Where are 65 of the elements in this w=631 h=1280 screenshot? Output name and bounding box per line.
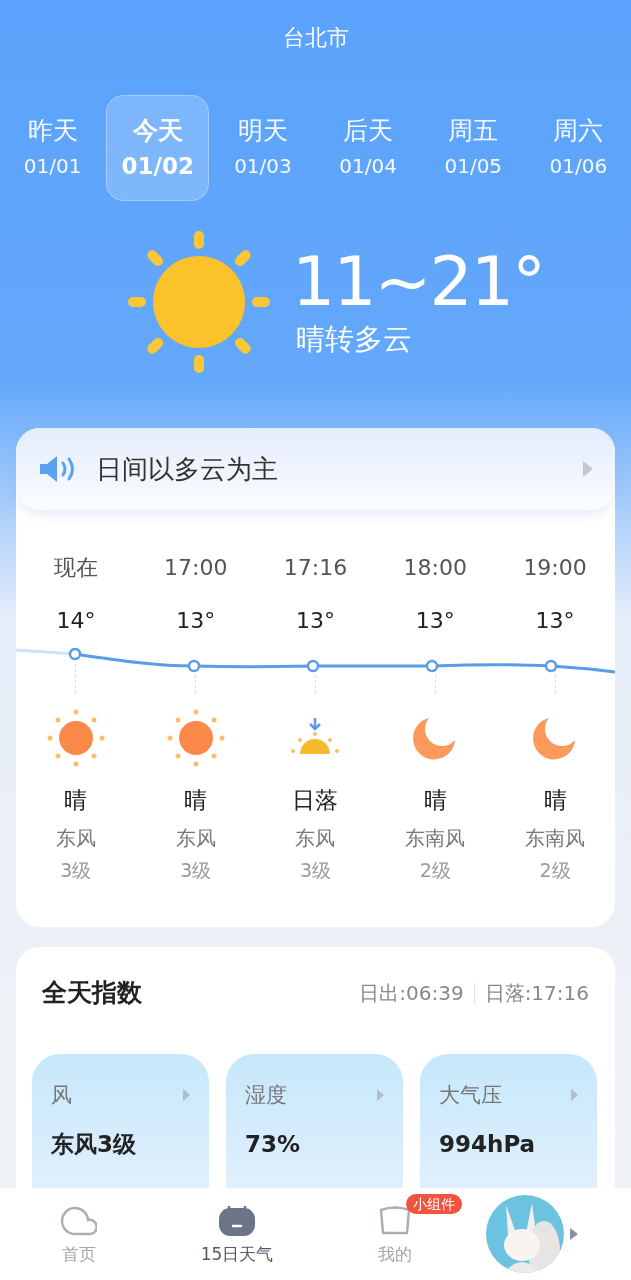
wind-level: 3级 [180,858,212,883]
wind-direction: 东南风 [525,825,586,852]
calendar-icon [219,1204,255,1236]
wind-direction: 东风 [175,825,216,852]
index-name: 大气压 [439,1082,502,1109]
summary-bar[interactable]: 日间以多云为主 [16,428,615,510]
cup-icon [378,1204,412,1236]
weather-condition: 晴转多云 [296,321,413,358]
day-tab[interactable]: 周五 01/05 [420,95,526,201]
hour-temperature: 13° [415,607,455,635]
hour-condition: 晴 [64,786,88,815]
moon-icon [533,716,578,760]
hour-time: 19:00 [523,554,587,582]
wind-direction: 东风 [295,825,336,852]
badge: 小组件 [406,1194,462,1214]
hour-condition: 日落 [292,786,339,815]
wind-level: 3级 [60,858,92,883]
index-tile[interactable]: 大气压 994hPa [420,1054,597,1188]
index-tile[interactable]: 湿度 73% [226,1054,403,1188]
caret-icon [583,461,593,477]
hour-time: 现在 [53,554,98,582]
hour-temperature: 13° [296,607,335,635]
section-title: 全天指数 [42,977,142,1010]
hour-temperature: 14° [56,607,96,635]
moon-icon [413,716,458,760]
hour-temperature: 13° [176,607,216,635]
index-name: 风 [51,1082,72,1109]
caret-icon [377,1089,384,1101]
wind-level: 3级 [299,858,332,883]
nav-tab[interactable]: 首页 [0,1194,158,1274]
index-value: 994hPa [439,1130,537,1159]
hour-time: 17:00 [164,554,228,582]
temperature-range: 11~21° [292,245,545,319]
hour-condition: 晴 [423,786,447,815]
index-value: 东风3级 [51,1130,137,1159]
nav-tab[interactable]: 15日天气 [158,1194,316,1274]
day-tab[interactable]: 今天 01/02 [106,95,210,201]
sun-icon [166,709,225,767]
caret-icon [183,1089,190,1101]
day-tab[interactable]: 后天 01/04 [315,95,421,201]
wind-level: 2级 [419,858,451,883]
sunset-time: 日落:17:16 [484,980,589,1007]
index-tile[interactable]: 风 东风3级 [32,1054,209,1188]
nav-tab[interactable]: 小组件 我的 [316,1194,474,1274]
sun-icon [46,709,105,767]
hour-condition: 晴 [184,786,208,815]
cloud-icon [61,1206,97,1236]
index-name: 湿度 [245,1082,287,1109]
hour-time: 18:00 [403,554,467,582]
summary-text: 日间以多云为主 [96,452,278,486]
day-tab[interactable]: 周六 01/06 [525,95,631,201]
city-title: 台北市 [282,24,349,52]
sunrise-time: 日出:06:39 [359,980,464,1007]
wind-level: 2级 [539,858,571,883]
index-value: 73% [245,1130,302,1159]
day-tab[interactable]: 明天 01/03 [210,95,316,201]
wind-direction: 东南风 [405,825,466,852]
hour-condition: 晴 [543,786,567,815]
caret-icon[interactable] [570,1228,578,1240]
caret-icon [571,1089,578,1101]
wind-direction: 东风 [55,825,96,852]
hour-time: 17:16 [283,554,348,582]
sun-icon [128,231,270,373]
day-tab[interactable]: 昨天 01/01 [0,95,106,201]
hour-temperature: 13° [535,607,575,635]
